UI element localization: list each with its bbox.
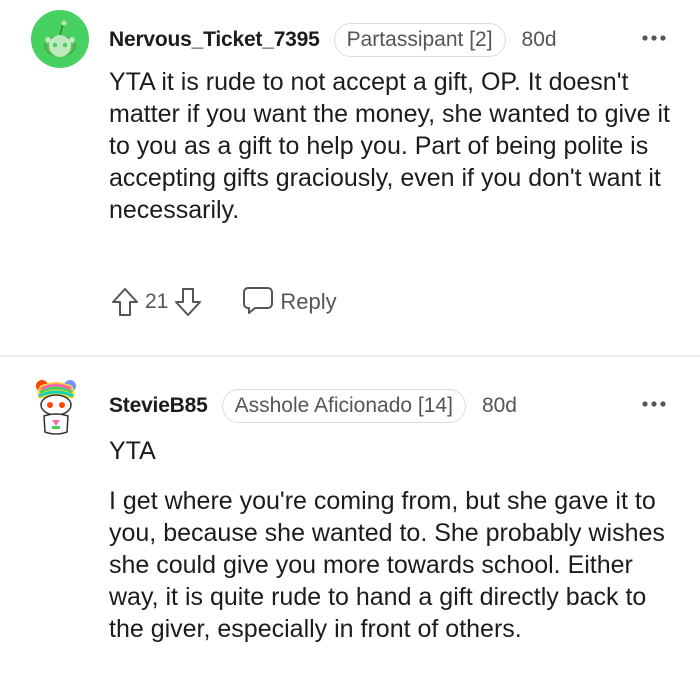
comment: StevieB85 Asshole Aficionado [14] 80d YT…: [0, 358, 700, 697]
comment-header: StevieB85 Asshole Aficionado [14] 80d: [109, 386, 670, 426]
user-flair: Partassipant [2]: [333, 23, 506, 57]
comment-header: Nervous_Ticket_7395 Partassipant [2] 80d: [109, 20, 670, 60]
username[interactable]: Nervous_Ticket_7395: [109, 28, 320, 52]
downvote-icon[interactable]: [172, 286, 204, 318]
snoo-avatar-icon[interactable]: [31, 10, 89, 68]
comment-body-line: YTA: [109, 437, 156, 465]
username[interactable]: StevieB85: [109, 394, 208, 418]
comment: Nervous_Ticket_7395 Partassipant [2] 80d…: [0, 0, 700, 356]
more-options-icon[interactable]: [640, 390, 668, 418]
user-flair: Asshole Aficionado [14]: [221, 389, 466, 423]
comment-divider: [0, 355, 700, 357]
reply-label: Reply: [280, 289, 337, 314]
more-options-icon[interactable]: [640, 24, 668, 52]
comment-actions: 21 Reply: [109, 284, 337, 320]
comment-body: YTA it is rude to not accept a gift, OP.…: [109, 68, 670, 224]
rainbow-snoo-avatar-icon[interactable]: [32, 378, 80, 438]
comment-age: 80d: [521, 28, 557, 51]
reply-button[interactable]: Reply: [242, 285, 337, 320]
reply-icon: [242, 285, 274, 320]
upvote-icon[interactable]: [109, 286, 141, 318]
comment-age: 80d: [481, 394, 517, 417]
comment-body: I get where you're coming from, but she …: [109, 487, 665, 643]
vote-score: 21: [145, 290, 169, 313]
